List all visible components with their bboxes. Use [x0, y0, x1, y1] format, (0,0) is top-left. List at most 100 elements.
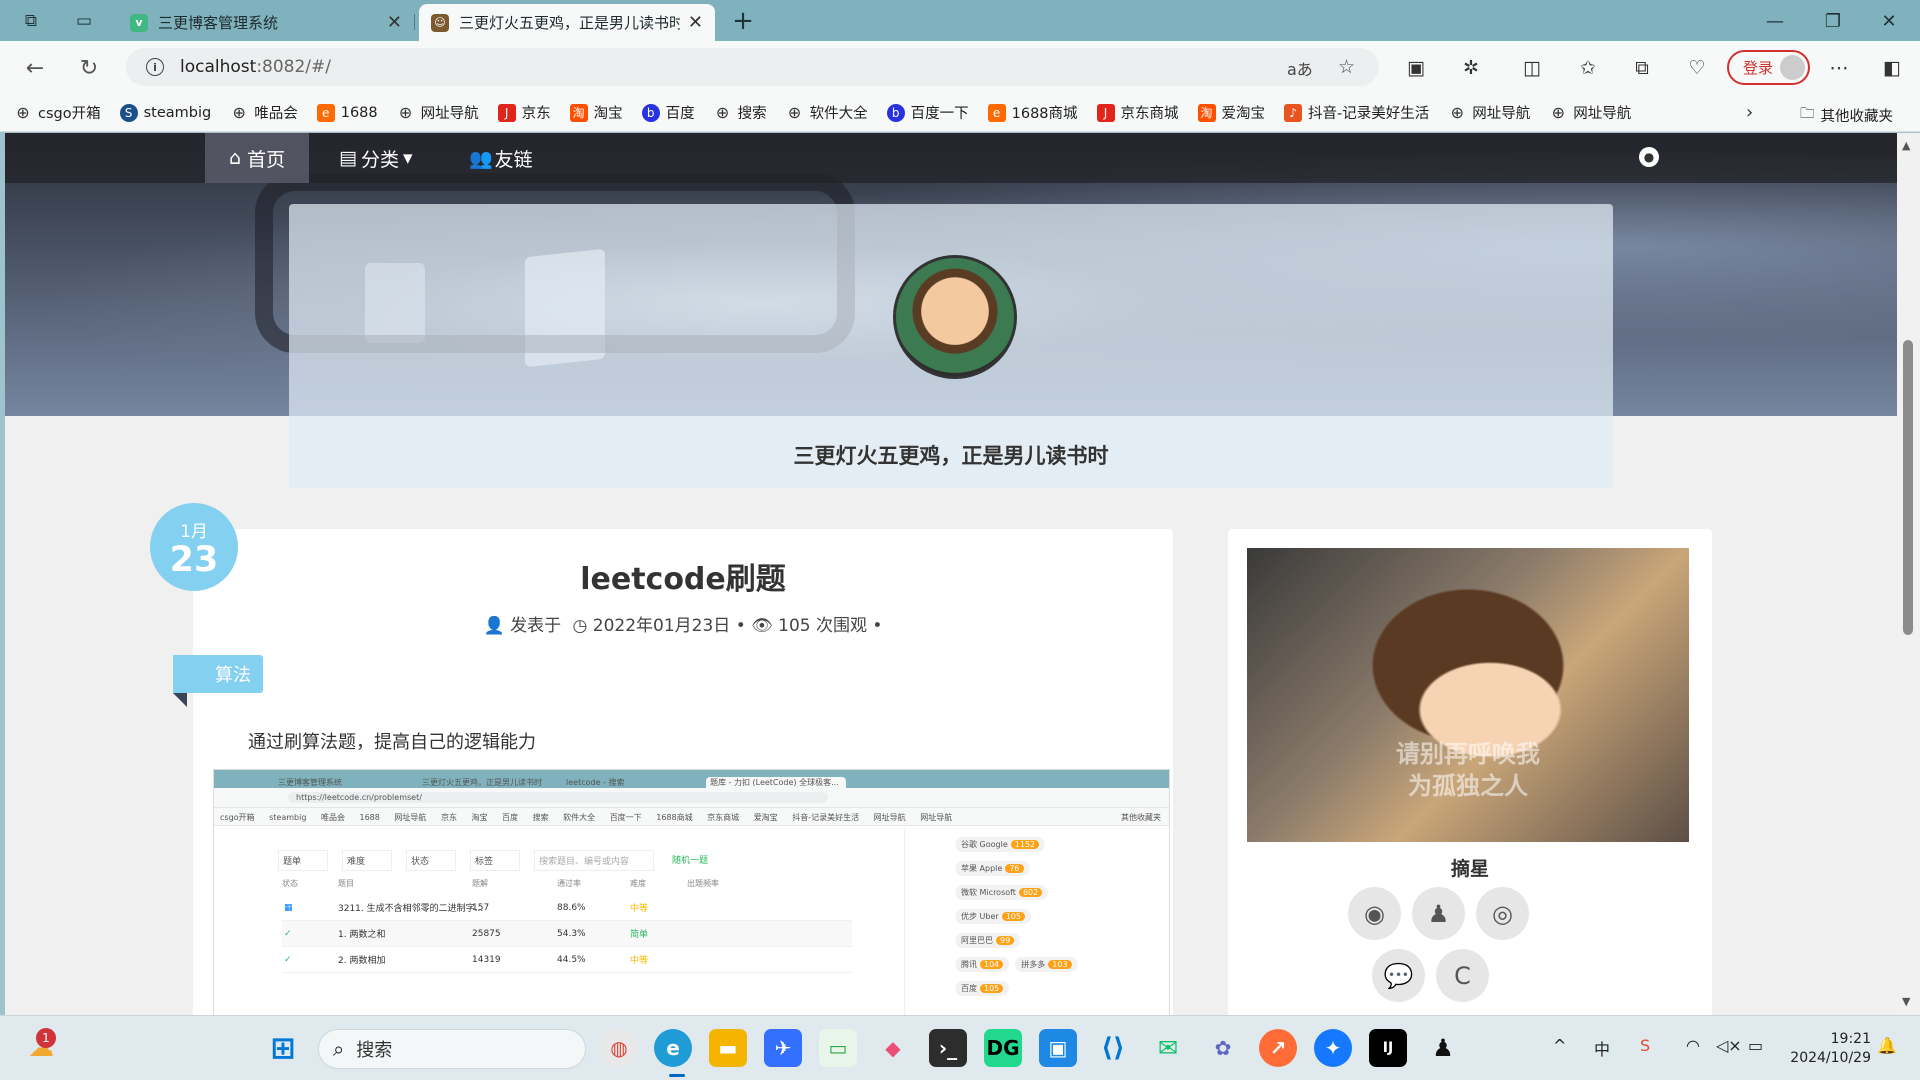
weibo-icon[interactable]: ◎ — [1476, 887, 1529, 940]
bookmark-item[interactable]: ♪ 抖音-记录美好生活 — [1284, 102, 1429, 123]
bookmark-item[interactable]: 淘淘宝 — [569, 102, 623, 123]
app-tray-icon[interactable]: S — [1640, 1036, 1650, 1055]
sidebar-toggle-icon[interactable]: ◧ — [1878, 54, 1906, 82]
bookmark-item[interactable]: J 京东 — [497, 102, 551, 123]
vue-icon: v — [130, 13, 148, 32]
login-button[interactable]: 登录 — [1727, 50, 1810, 85]
bookmark-item[interactable]: ⊕ csgo开箱 — [14, 102, 100, 123]
postman-icon[interactable]: ↗ — [1259, 1029, 1297, 1067]
file-explorer-icon[interactable]: ▬ — [709, 1029, 747, 1067]
bookmark-item[interactable]: b 百度 — [641, 102, 695, 123]
bookmark-item[interactable]: ⊕ 网址导航 — [397, 102, 479, 123]
split-screen-icon[interactable]: ◫ — [1518, 54, 1546, 82]
image-caption: 为孤独之人 — [1408, 772, 1528, 800]
datagrip-icon[interactable]: DG — [984, 1029, 1022, 1067]
back-icon[interactable]: ← — [21, 54, 49, 82]
app-icon[interactable]: ◆ — [874, 1029, 912, 1067]
intellij-icon[interactable]: IJ — [1369, 1029, 1407, 1067]
bookmark-item[interactable]: e 1688 — [316, 103, 378, 122]
shot-company-name: 谷歌 Google — [961, 840, 1008, 849]
shot-company-tag: 拼多多 103 — [1015, 957, 1078, 972]
nav-home[interactable]: ⌂ 首页 — [205, 133, 310, 183]
site-info-icon[interactable]: i — [146, 58, 164, 76]
chrome-icon[interactable]: ◍ — [600, 1029, 638, 1067]
bookmark-item[interactable]: ⊕ 搜索 — [714, 102, 767, 123]
nav-category[interactable]: ▤ 分类 ▾ — [315, 133, 437, 183]
system-clock[interactable]: 19:21 2024/10/29 — [1789, 1030, 1871, 1068]
notification-bell-icon[interactable]: 🔔 — [1877, 1036, 1897, 1055]
bookmark-item[interactable]: b 百度一下 — [886, 102, 969, 123]
bookmark-item[interactable]: e 1688商城 — [987, 102, 1078, 123]
post-title[interactable]: leetcode刷题 — [193, 554, 1173, 598]
taskbar-search[interactable]: ⌕ 搜索 — [318, 1029, 586, 1069]
bookmark-item[interactable]: ⊕ 软件大全 — [786, 102, 868, 123]
close-window-icon[interactable]: ✕ — [1866, 6, 1912, 36]
bookmark-item[interactable]: ⊕ 唯品会 — [230, 102, 298, 123]
feishu-icon[interactable]: ✈ — [764, 1029, 802, 1067]
favorite-star-icon[interactable]: ☆ — [1338, 56, 1355, 78]
wechat-icon[interactable]: ✉ — [1149, 1029, 1187, 1067]
shot-bookmark: 京东 — [440, 813, 457, 822]
read-aloud-icon[interactable]: aあ — [1287, 56, 1313, 80]
address-bar[interactable]: i localhost:8082/#/ aあ ☆ — [126, 48, 1379, 86]
shot-header: 题解 — [472, 879, 488, 888]
app-icon[interactable]: ✦ — [1314, 1029, 1352, 1067]
close-tab-icon[interactable]: ✕ — [688, 12, 703, 33]
ime-indicator[interactable]: 中 — [1594, 1036, 1610, 1060]
tab-blog-admin[interactable]: v 三更博客管理系统 ✕ — [118, 4, 414, 41]
scroll-up-icon[interactable]: ▲ — [1902, 139, 1910, 152]
wifi-icon[interactable]: ◠ — [1686, 1036, 1700, 1055]
collections-icon[interactable]: ⧉ — [1628, 54, 1656, 82]
new-tab-button[interactable]: + — [730, 6, 756, 36]
chevron-right-icon[interactable]: › — [1746, 102, 1753, 123]
show-hidden-icons[interactable]: ^ — [1553, 1036, 1566, 1055]
workspaces-icon[interactable]: ⧉ — [18, 8, 44, 34]
scroll-thumb[interactable] — [1903, 340, 1913, 635]
qq-icon[interactable]: ♟ — [1412, 887, 1465, 940]
remote-desktop-icon[interactable]: ▭ — [819, 1029, 857, 1067]
shot-company-tag: 百度 105 — [955, 981, 1010, 996]
terminal-icon[interactable]: ›_ — [929, 1029, 967, 1067]
extensions-icon[interactable]: ✲ — [1457, 54, 1485, 82]
tab-actions-icon[interactable]: ▭ — [71, 8, 97, 34]
extension-app-icon[interactable]: ▣ — [1402, 54, 1430, 82]
page-scrollbar[interactable]: ▲ ▼ — [1897, 133, 1920, 1015]
meta-posted-label: 发表于 — [510, 616, 562, 636]
bookmark-item[interactable]: ⊕ 网址导航 — [1549, 102, 1632, 123]
nav-friend-links[interactable]: 👥 友链 — [445, 133, 557, 183]
app-icon[interactable]: ✿ — [1204, 1029, 1242, 1067]
wechat-icon[interactable]: 💬 — [1372, 949, 1425, 1002]
vscode-icon[interactable]: ⟨⟩ — [1094, 1029, 1132, 1067]
csdn-icon[interactable]: C — [1436, 949, 1489, 1002]
1688-icon: e — [987, 103, 1006, 122]
browser-tab-bar: ⧉ ▭ v 三更博客管理系统 ✕ ☺ 三更灯火五更鸡，正是男儿读书时 ✕ + —… — [0, 0, 1920, 41]
shot-header: 题目 — [338, 879, 354, 888]
minimize-icon[interactable]: — — [1752, 6, 1798, 36]
other-favorites-folder[interactable]: 🗀 其他收藏夹 — [1800, 103, 1893, 128]
qq-icon[interactable]: ♟ — [1424, 1029, 1462, 1067]
bookmark-item[interactable]: Ssteambig — [119, 103, 211, 122]
restore-icon[interactable]: ❐ — [1810, 6, 1856, 36]
shot-company-name: 百度 — [961, 984, 977, 993]
windows-start-icon[interactable]: ⊞ — [264, 1029, 302, 1067]
refresh-icon[interactable]: ↻ — [75, 54, 103, 82]
browser-essentials-icon[interactable]: ♡ — [1683, 54, 1711, 82]
tab-blog-home[interactable]: ☺ 三更灯火五更鸡，正是男儿读书时 ✕ — [419, 4, 715, 41]
shot-bookmark: steambig — [269, 813, 307, 822]
bookmark-item[interactable]: 淘爱淘宝 — [1197, 102, 1265, 123]
author-cover-image: 请别再呼唤我 为孤独之人 — [1247, 548, 1689, 842]
user-account-icon[interactable]: ● — [1639, 147, 1659, 167]
close-tab-icon[interactable]: ✕ — [387, 12, 402, 33]
category-ribbon[interactable]: 算法 — [173, 655, 263, 707]
battery-icon[interactable]: ▭ — [1748, 1036, 1763, 1055]
more-menu-icon[interactable]: ⋯ — [1825, 54, 1853, 82]
app-icon[interactable]: ▣ — [1039, 1029, 1077, 1067]
favorites-icon[interactable]: ✩ — [1574, 54, 1602, 82]
github-icon[interactable]: ◉ — [1348, 887, 1401, 940]
profile-card: 三更灯火五更鸡，正是男儿读书时 — [289, 204, 1613, 488]
bookmark-item[interactable]: ⊕ 网址导航 — [1448, 102, 1531, 123]
scroll-down-icon[interactable]: ▼ — [1902, 995, 1910, 1008]
edge-icon[interactable]: e — [654, 1029, 692, 1067]
bookmark-item[interactable]: J 京东商城 — [1096, 102, 1179, 123]
volume-muted-icon[interactable]: ◁× — [1716, 1036, 1742, 1055]
